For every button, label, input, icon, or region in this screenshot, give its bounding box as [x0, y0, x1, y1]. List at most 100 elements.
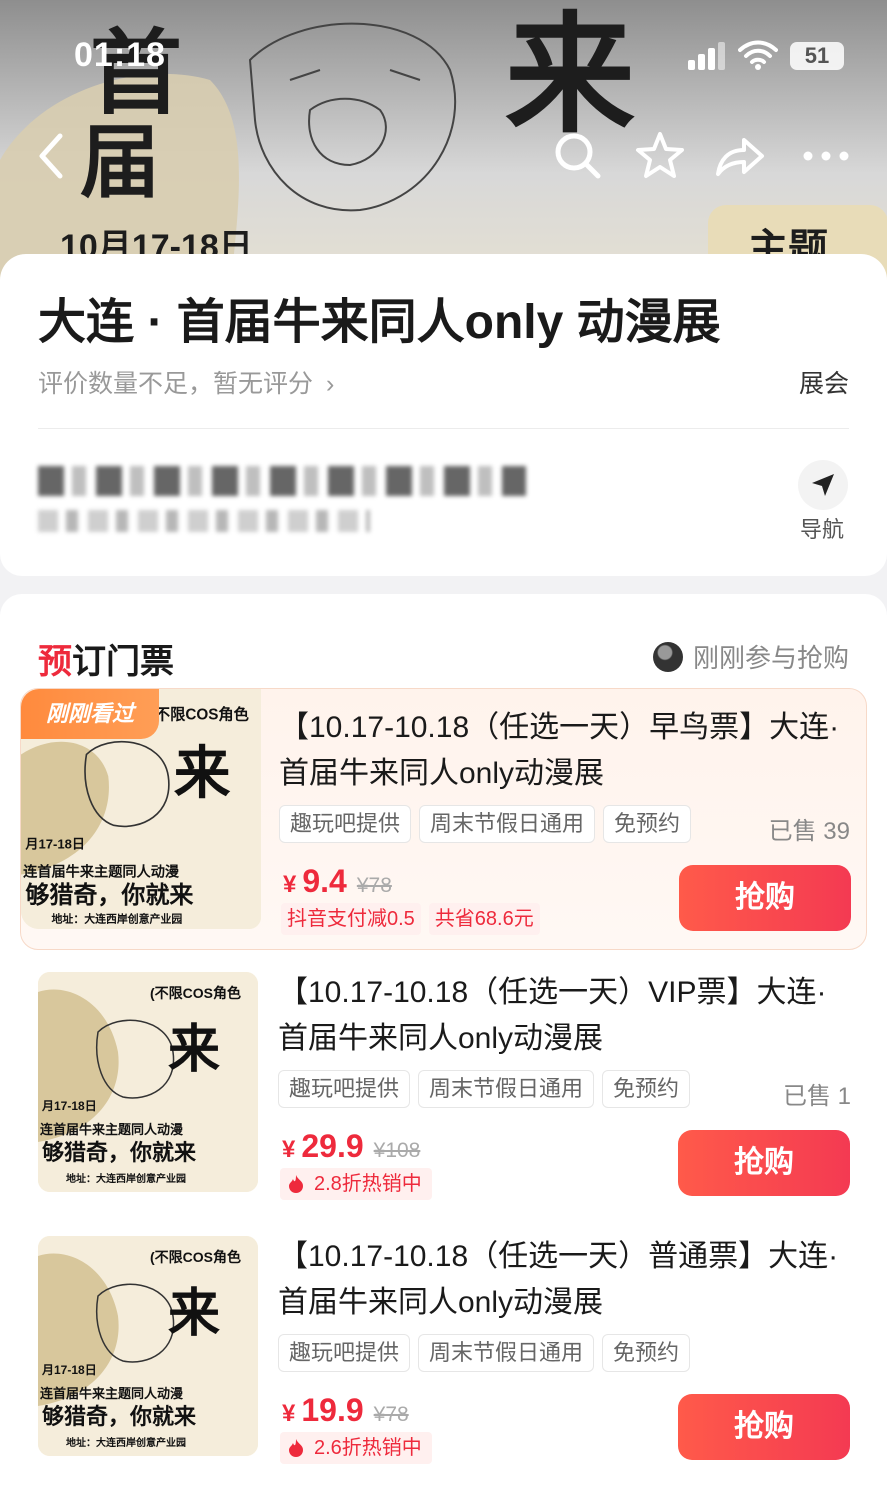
poster-date: 月17-18日: [41, 1099, 97, 1113]
poster-date: 月17-18日: [24, 836, 85, 851]
promo-discount: 抖音支付减0.5: [281, 903, 421, 935]
fire-icon: [289, 1175, 303, 1193]
favorite-button[interactable]: [632, 128, 688, 184]
ticket-item-early-bird[interactable]: (不限COS角色 来 月17-18日 连首届牛来主题同人动漫 够猎奇，你就来 地…: [20, 688, 867, 950]
star-icon: [636, 132, 684, 178]
search-button[interactable]: [550, 128, 606, 184]
rating-text: 评价数量不足，暂无评分: [38, 370, 314, 398]
buy-button[interactable]: 抢购: [679, 865, 851, 931]
recent-purchase-text: 刚刚参与抢购: [692, 643, 849, 673]
event-title: 大连 · 首届牛来同人only 动漫展: [38, 296, 721, 349]
hero-banner: 首 届 来 10月17-18日 主题 01:18 51: [0, 0, 887, 290]
poster-slogan: 够猎奇，你就来: [42, 1140, 197, 1165]
buy-button[interactable]: 抢购: [678, 1394, 850, 1460]
ticket-price: ¥ 29.9 ¥108: [282, 1128, 420, 1165]
poster-slogan: 够猎奇，你就来: [25, 881, 194, 909]
poster-text-big: 来: [174, 741, 231, 807]
poster-date: 月17-18日: [41, 1363, 97, 1377]
section-title: 预订门票: [38, 634, 174, 683]
tag-provider: 趣玩吧提供: [278, 1070, 411, 1108]
buy-button[interactable]: 抢购: [678, 1130, 850, 1196]
wifi-icon: [738, 40, 778, 70]
hot-sale-text: 2.8折热销中: [314, 1173, 422, 1195]
poster-text-1: (不限COS角色: [150, 706, 250, 724]
ticket-tags: 趣玩吧提供 周末节假日通用 免预约: [278, 1070, 691, 1108]
address-blurred[interactable]: [38, 466, 526, 496]
hot-sale-text: 2.6折热销中: [314, 1437, 422, 1459]
sold-count: 已售 1: [782, 1083, 851, 1110]
ticket-name: 【10.17-10.18（任选一天）VIP票】大连·首届牛来同人only动漫展: [278, 976, 827, 1055]
navigate-label[interactable]: 导航: [800, 512, 844, 544]
tag-no-reservation: 免预约: [603, 805, 692, 843]
recent-purchase: 刚刚参与抢购: [652, 638, 849, 675]
back-button[interactable]: [26, 128, 82, 184]
chevron-right-icon: ›: [325, 370, 335, 398]
ticket-poster: (不限COS角色 来 月17-18日 连首届牛来主题同人动漫 够猎奇，你就来 地…: [38, 1236, 258, 1456]
cellular-signal-icon: [688, 42, 725, 70]
poster-subtitle: 连首届牛来主题同人动漫: [40, 1386, 183, 1401]
ticket-tags: 趣玩吧提供 周末节假日通用 免预约: [279, 805, 692, 843]
tickets-section: 预订门票 刚刚参与抢购 (不限COS角色 来 月17-18日 连首届牛来主题同人…: [0, 594, 887, 1506]
ticket-tags: 趣玩吧提供 周末节假日通用 免预约: [278, 1334, 691, 1372]
share-button[interactable]: [712, 128, 768, 184]
tag-no-reservation: 免预约: [602, 1334, 691, 1372]
ticket-name: 【10.17-10.18（任选一天）早鸟票】大连·首届牛来同人only动漫展: [279, 711, 840, 790]
divider: [38, 428, 849, 429]
section-title-accent: 预: [38, 643, 72, 681]
ticket-poster: (不限COS角色 来 月17-18日 连首届牛来主题同人动漫 够猎奇，你就来 地…: [38, 972, 258, 1192]
promo-savings: 共省68.6元: [428, 903, 540, 935]
status-bar: 01:18 51: [0, 0, 887, 110]
ticket-item-regular[interactable]: (不限COS角色 来 月17-18日 连首届牛来主题同人动漫 够猎奇，你就来 地…: [20, 1218, 867, 1480]
price-amount: 19.9: [301, 1392, 364, 1428]
share-icon: [716, 138, 764, 176]
original-price: ¥78: [373, 1403, 409, 1426]
price-amount: 9.4: [302, 863, 347, 899]
ticket-price: ¥ 9.4 ¥78: [283, 863, 392, 900]
poster-text-big: 来: [168, 1019, 220, 1080]
navigate-button[interactable]: [798, 460, 848, 510]
poster-subtitle: 连首届牛来主题同人动漫: [40, 1122, 183, 1137]
battery-indicator: 51: [790, 42, 844, 70]
tag-provider: 趣玩吧提供: [278, 1334, 411, 1372]
hot-sale-badge: 2.6折热销中: [280, 1432, 432, 1464]
recently-viewed-badge: 刚刚看过: [21, 689, 159, 739]
poster-slogan: 够猎奇，你就来: [42, 1404, 197, 1429]
navigate-icon: [812, 474, 834, 496]
tag-weekend: 周末节假日通用: [419, 805, 596, 843]
distance-blurred: [38, 510, 370, 532]
tag-no-reservation: 免预约: [602, 1070, 691, 1108]
status-time: 01:18: [74, 36, 166, 74]
ticket-item-vip[interactable]: (不限COS角色 来 月17-18日 连首届牛来主题同人动漫 够猎奇，你就来 地…: [20, 954, 867, 1216]
promo-chips: 抖音支付减0.5 共省68.6元: [281, 903, 540, 935]
hot-sale-badge: 2.8折热销中: [280, 1168, 432, 1200]
poster-address: 地址：大连西岸创意产业园: [52, 911, 183, 925]
fire-icon: [289, 1439, 303, 1457]
event-category: 展会: [798, 370, 849, 398]
tag-weekend: 周末节假日通用: [418, 1070, 595, 1108]
currency-symbol: ¥: [283, 871, 297, 898]
currency-symbol: ¥: [282, 1400, 296, 1427]
poster-image: (不限COS角色 来 月17-18日 连首届牛来主题同人动漫 够猎奇，你就来 地…: [38, 972, 258, 1192]
tag-weekend: 周末节假日通用: [418, 1334, 595, 1372]
more-button[interactable]: [798, 128, 854, 184]
rating-link[interactable]: 评价数量不足，暂无评分 ›: [38, 364, 334, 400]
poster-text-1: (不限COS角色: [150, 1249, 241, 1265]
poster-text-1: (不限COS角色: [150, 985, 241, 1001]
poster-image: (不限COS角色 来 月17-18日 连首届牛来主题同人动漫 够猎奇，你就来 地…: [38, 1236, 258, 1456]
poster-address: 地址：大连西岸创意产业园: [66, 1436, 186, 1449]
avatar: [652, 641, 683, 672]
back-icon: [39, 133, 63, 179]
original-price: ¥78: [356, 874, 392, 897]
event-info-card: 大连 · 首届牛来同人only 动漫展 评价数量不足，暂无评分 › 展会 导航: [0, 254, 887, 576]
more-icon: [803, 151, 849, 161]
poster-address: 地址：大连西岸创意产业园: [66, 1172, 186, 1185]
poster-text-big: 来: [168, 1283, 220, 1344]
poster-subtitle: 连首届牛来主题同人动漫: [23, 864, 180, 881]
currency-symbol: ¥: [282, 1136, 296, 1163]
ticket-name: 【10.17-10.18（任选一天）普通票】大连·首届牛来同人only动漫展: [278, 1240, 839, 1319]
search-icon: [555, 133, 601, 179]
hero-art-text-2: 届: [80, 115, 160, 209]
price-amount: 29.9: [301, 1128, 364, 1164]
section-title-text: 订门票: [72, 643, 174, 681]
sold-count: 已售 39: [768, 818, 850, 845]
